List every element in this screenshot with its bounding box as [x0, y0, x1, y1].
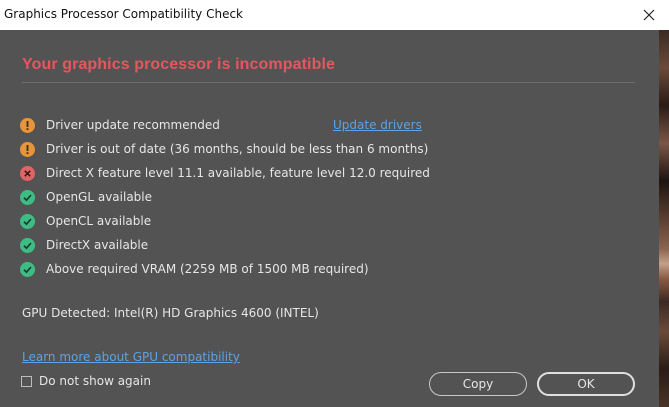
do-not-show-row[interactable]: Do not show again	[21, 374, 151, 388]
check-item-label: Direct X feature level 11.1 available, f…	[46, 166, 430, 180]
compatibility-dialog: Your graphics processor is incompatible …	[0, 30, 659, 407]
check-item-opengl: OpenGL available	[20, 188, 152, 206]
check-icon	[20, 213, 35, 229]
warning-icon	[20, 117, 35, 133]
check-icon	[20, 189, 35, 205]
check-item-opencl: OpenCL available	[20, 212, 151, 230]
title-bar: Graphics Processor Compatibility Check	[0, 0, 669, 30]
dialog-heading: Your graphics processor is incompatible	[22, 56, 336, 73]
check-icon	[20, 261, 35, 277]
check-icon	[20, 237, 35, 253]
check-item-label: DirectX available	[46, 238, 149, 252]
update-drivers-link[interactable]: Update drivers	[333, 118, 422, 132]
learn-more-link[interactable]: Learn more about GPU compatibility	[22, 350, 240, 364]
window-title: Graphics Processor Compatibility Check	[4, 7, 243, 21]
warning-icon	[20, 141, 35, 157]
check-item-directx: DirectX available	[20, 236, 148, 254]
check-item-vram: Above required VRAM (2259 MB of 1500 MB …	[20, 260, 369, 278]
check-item-label: Driver update recommended	[46, 118, 220, 132]
check-item-driver-update: Driver update recommended	[20, 116, 220, 134]
ok-button[interactable]: OK	[537, 372, 635, 396]
error-icon	[20, 165, 35, 181]
close-button[interactable]	[637, 3, 661, 27]
check-item-label: OpenCL available	[46, 214, 152, 228]
gpu-detected-text: GPU Detected: Intel(R) HD Graphics 4600 …	[22, 306, 319, 320]
close-icon	[643, 9, 655, 21]
background-image-strip	[659, 30, 669, 407]
check-item-label: Driver is out of date (36 months, should…	[46, 142, 429, 156]
check-item-driver-age: Driver is out of date (36 months, should…	[20, 140, 428, 158]
check-item-directx-level: Direct X feature level 11.1 available, f…	[20, 164, 430, 182]
copy-button[interactable]: Copy	[429, 372, 527, 396]
check-item-label: Above required VRAM (2259 MB of 1500 MB …	[46, 262, 369, 276]
do-not-show-checkbox[interactable]	[21, 375, 32, 387]
do-not-show-label[interactable]: Do not show again	[39, 374, 151, 388]
check-item-label: OpenGL available	[46, 190, 153, 204]
heading-divider	[22, 82, 635, 83]
